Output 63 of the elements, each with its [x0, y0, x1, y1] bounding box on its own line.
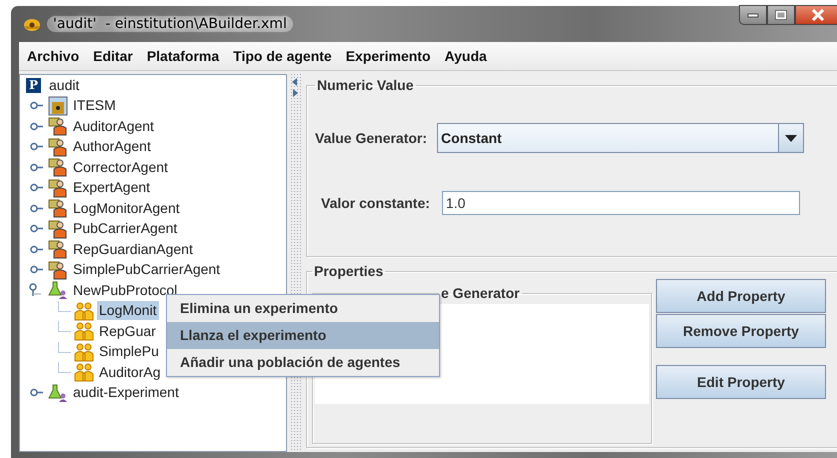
people-group-icon [74, 321, 94, 342]
property-button[interactable]: Remove Property [656, 314, 826, 348]
agent-icon [48, 260, 68, 280]
minimize-button[interactable] [739, 5, 767, 25]
property-button[interactable]: Add Property [656, 279, 826, 313]
context-menu-item[interactable]: Añadir una población de agentes [167, 349, 439, 376]
tree-line-icon [58, 342, 71, 352]
menu-item[interactable]: Plataforma [146, 48, 220, 64]
organization-icon [48, 96, 68, 116]
tree-line-icon [58, 362, 71, 373]
menu-item[interactable]: Archivo [27, 48, 80, 64]
tree-item[interactable]: RepGuardianAgent [71, 240, 195, 259]
flask-icon [48, 280, 68, 300]
minimize-icon [747, 12, 759, 18]
menu-item[interactable]: Experimento [346, 48, 431, 64]
people-group-icon [74, 342, 94, 362]
group-title: Numeric Value [316, 77, 414, 93]
field-label: Value Generator: [315, 130, 428, 146]
close-icon [811, 9, 825, 21]
tree-item[interactable]: SimplePubCarrierAgent [71, 260, 222, 280]
property-button[interactable]: Edit Property [656, 365, 826, 399]
people-group-icon [74, 362, 94, 382]
menu-item[interactable]: Tipo de agente [233, 48, 332, 64]
group-title: e Generator [440, 285, 521, 301]
project-icon: P [26, 78, 41, 93]
tree-item[interactable]: ExpertAgent [71, 178, 152, 198]
tree-line-icon [58, 300, 71, 312]
tree-item[interactable]: RepGuar [97, 322, 158, 341]
tree-line-icon [58, 321, 71, 332]
maximize-button[interactable] [767, 5, 795, 25]
agent-icon [48, 178, 68, 198]
agent-icon [48, 218, 68, 239]
close-button[interactable] [795, 5, 837, 25]
tree-item[interactable]: CorrectorAgent [71, 158, 170, 177]
field-label: Valor constante: [321, 195, 430, 211]
agent-icon [48, 136, 68, 157]
context-menu-item[interactable]: Llanza el experimento [167, 322, 439, 349]
tree-item[interactable]: PubCarrierAgent [71, 219, 180, 238]
collapse-left-icon[interactable] [292, 78, 298, 86]
menu-item[interactable]: Ayuda [444, 48, 487, 64]
tree-item[interactable]: LogMonit [97, 301, 159, 320]
tree-item[interactable]: AuthorAgent [71, 137, 153, 156]
hard-hat-icon [23, 16, 41, 32]
group-title: Properties [313, 263, 384, 279]
tree-item[interactable]: AuditorAg [97, 362, 162, 382]
flask-icon [48, 382, 68, 403]
tree-item[interactable]: audit [47, 76, 82, 95]
menu-item[interactable]: Editar [93, 48, 133, 64]
agent-icon [48, 157, 68, 178]
expand-right-icon[interactable] [292, 89, 298, 97]
tree-item[interactable]: audit-Experiment [71, 383, 181, 402]
maximize-icon [775, 10, 787, 20]
constant-value-field[interactable]: 1.0 [442, 191, 800, 215]
dropdown-arrow-icon [785, 134, 798, 142]
tree-item[interactable]: AuditorAgent [71, 116, 156, 136]
agent-icon [48, 198, 68, 218]
people-group-icon [74, 300, 94, 321]
agent-icon [48, 116, 68, 136]
value-generator-dropdown[interactable]: Constant [437, 123, 804, 153]
agent-icon [48, 239, 68, 260]
tree-item[interactable]: ITESM [71, 96, 118, 116]
tree-item[interactable]: LogMonitorAgent [71, 198, 182, 218]
tree-item[interactable]: SimplePu [97, 342, 161, 362]
